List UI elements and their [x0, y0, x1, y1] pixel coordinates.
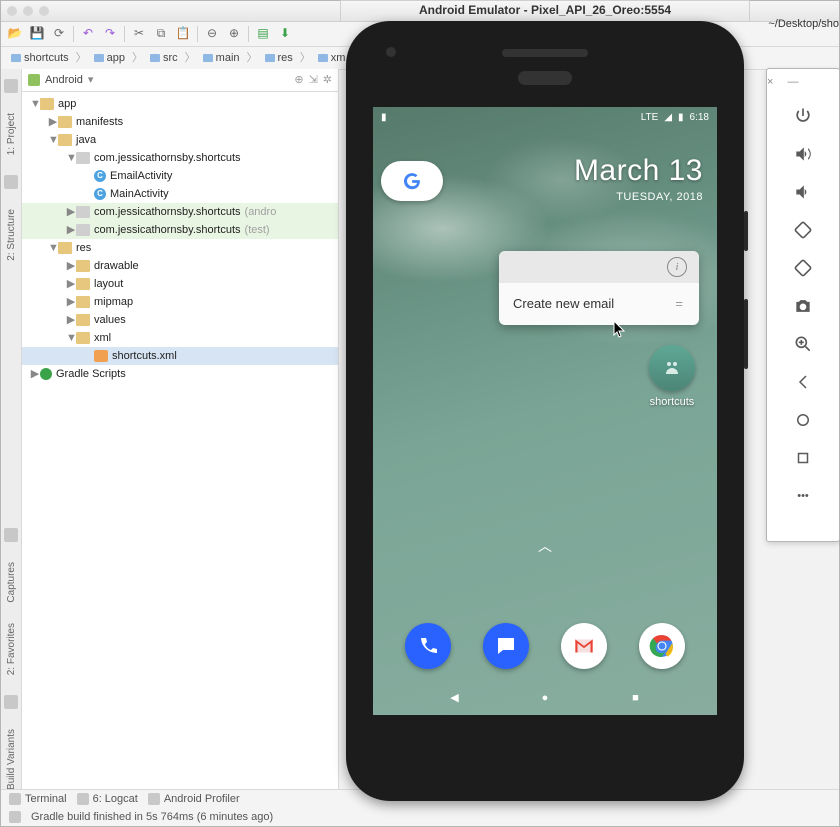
- messages-app[interactable]: [483, 623, 529, 669]
- zoom-in-icon[interactable]: ⊕: [226, 26, 242, 42]
- phone-app[interactable]: [405, 623, 451, 669]
- structure-tool-icon[interactable]: [4, 175, 18, 189]
- battery-icon: ▮: [678, 111, 684, 124]
- emulator-toolbar: × — •••: [766, 68, 840, 542]
- window-path: ~/Desktop/sho: [768, 17, 839, 31]
- tree-node[interactable]: CEmailActivity: [22, 167, 338, 185]
- emu-minimize-button[interactable]: —: [787, 75, 798, 89]
- tool-variants[interactable]: Build Variants: [5, 729, 18, 790]
- status-message: Gradle build finished in 5s 764ms (6 min…: [31, 810, 273, 824]
- shortcut-create-email[interactable]: Create new email =: [499, 283, 699, 325]
- device-frame: ▮ LTE ◢ ▮ 6:18 March 13 TUESDAY, 2018 i …: [346, 21, 744, 801]
- tool-structure[interactable]: 2: Structure: [5, 209, 18, 261]
- traffic-close[interactable]: [7, 6, 17, 16]
- locate-icon[interactable]: ⊕: [294, 73, 303, 87]
- tree-node[interactable]: ▼java: [22, 131, 338, 149]
- emu-back-icon[interactable]: [792, 371, 814, 393]
- left-gutter: 1: Project 2: Structure Captures 2: Favo…: [1, 69, 22, 790]
- gmail-app[interactable]: [561, 623, 607, 669]
- logcat-tab[interactable]: 6: Logcat: [77, 792, 138, 806]
- clock-label: 6:18: [690, 111, 709, 124]
- chrome-app[interactable]: [639, 623, 685, 669]
- android-statusbar[interactable]: ▮ LTE ◢ ▮ 6:18: [373, 107, 717, 127]
- emu-close-button[interactable]: ×: [767, 75, 773, 89]
- home-button[interactable]: ●: [536, 689, 554, 707]
- app-info-icon[interactable]: i: [667, 257, 687, 277]
- project-tool-icon[interactable]: [4, 79, 18, 93]
- sd-icon: ▮: [381, 111, 387, 124]
- sync-icon[interactable]: ⟳: [51, 26, 67, 42]
- tool-project[interactable]: 1: Project: [5, 113, 18, 155]
- tree-node[interactable]: ▶drawable: [22, 257, 338, 275]
- drag-handle-icon[interactable]: =: [675, 296, 685, 313]
- undo-icon[interactable]: ↶: [80, 26, 96, 42]
- settings-gear-icon[interactable]: ✲: [323, 73, 332, 87]
- project-panel: Android ▾ ⊕ ⇲ ✲ ▼app▶manifests▼java▼com.…: [22, 69, 339, 790]
- android-navbar: ◀ ● ■: [373, 681, 717, 715]
- traffic-min[interactable]: [23, 6, 33, 16]
- zoom-out-icon[interactable]: ⊖: [204, 26, 220, 42]
- tool-captures[interactable]: Captures: [5, 562, 18, 603]
- back-button[interactable]: ◀: [446, 689, 464, 707]
- tree-node[interactable]: ▼xml: [22, 329, 338, 347]
- favorites-dock: [373, 613, 717, 679]
- redo-icon[interactable]: ↷: [102, 26, 118, 42]
- device-screen[interactable]: ▮ LTE ◢ ▮ 6:18 March 13 TUESDAY, 2018 i …: [373, 107, 717, 715]
- tree-node[interactable]: ▶Gradle Scripts: [22, 365, 338, 383]
- emulator-window: Android Emulator - Pixel_API_26_Oreo:555…: [340, 0, 750, 802]
- more-icon[interactable]: •••: [792, 485, 814, 507]
- tree-node[interactable]: ▶mipmap: [22, 293, 338, 311]
- cut-icon[interactable]: ✂: [131, 26, 147, 42]
- network-label: LTE: [641, 111, 659, 124]
- tree-node[interactable]: ▼app: [22, 95, 338, 113]
- captures-tool-icon[interactable]: [4, 528, 18, 542]
- power-icon[interactable]: [792, 105, 814, 127]
- tree-node[interactable]: ▶com.jessicathornsby.shortcuts(andro: [22, 203, 338, 221]
- tree-node[interactable]: ▶values: [22, 311, 338, 329]
- rotate-left-icon[interactable]: [792, 219, 814, 241]
- emu-overview-icon[interactable]: [792, 447, 814, 469]
- scope-selector[interactable]: Android: [45, 73, 83, 87]
- tool-favorites[interactable]: 2: Favorites: [5, 623, 18, 675]
- tree-node[interactable]: ▶layout: [22, 275, 338, 293]
- camera-icon[interactable]: [792, 295, 814, 317]
- avd-icon[interactable]: ▤: [255, 26, 271, 42]
- tree-node[interactable]: ▼com.jessicathornsby.shortcuts: [22, 149, 338, 167]
- collapse-icon[interactable]: ⇲: [309, 73, 318, 87]
- paste-icon[interactable]: 📋: [175, 26, 191, 42]
- google-search-widget[interactable]: [381, 161, 443, 201]
- terminal-tab[interactable]: Terminal: [9, 792, 67, 806]
- tree-node[interactable]: CMainActivity: [22, 185, 338, 203]
- tree-node[interactable]: ▶com.jessicathornsby.shortcuts(test): [22, 221, 338, 239]
- variants-tool-icon[interactable]: [4, 695, 18, 709]
- date-widget[interactable]: March 13 TUESDAY, 2018: [574, 151, 703, 204]
- save-icon[interactable]: 💾: [29, 26, 45, 42]
- app-shortcut-popup: i Create new email =: [499, 251, 699, 325]
- zoom-icon[interactable]: [792, 333, 814, 355]
- rotate-right-icon[interactable]: [792, 257, 814, 279]
- emulator-title: Android Emulator - Pixel_API_26_Oreo:555…: [340, 0, 750, 21]
- tree-node[interactable]: ▶manifests: [22, 113, 338, 131]
- app-drawer-arrow-icon[interactable]: ︿: [538, 537, 552, 555]
- volume-down-icon[interactable]: [792, 181, 814, 203]
- recents-button[interactable]: ■: [627, 689, 645, 707]
- project-tree[interactable]: ▼app▶manifests▼java▼com.jessicathornsby.…: [22, 92, 338, 790]
- sdk-icon[interactable]: ⬇: [277, 26, 293, 42]
- tree-node[interactable]: ▼res: [22, 239, 338, 257]
- profiler-tab[interactable]: Android Profiler: [148, 792, 240, 806]
- traffic-max[interactable]: [39, 6, 49, 16]
- tree-node[interactable]: shortcuts.xml: [22, 347, 338, 365]
- volume-up-icon[interactable]: [792, 143, 814, 165]
- status-icon: [9, 811, 21, 823]
- open-icon[interactable]: 📂: [7, 26, 23, 42]
- emu-home-icon[interactable]: [792, 409, 814, 431]
- signal-icon: ◢: [664, 111, 672, 124]
- copy-icon[interactable]: ⧉: [153, 26, 169, 42]
- app-shortcuts[interactable]: shortcuts: [649, 345, 695, 409]
- android-scope-icon: [28, 74, 40, 86]
